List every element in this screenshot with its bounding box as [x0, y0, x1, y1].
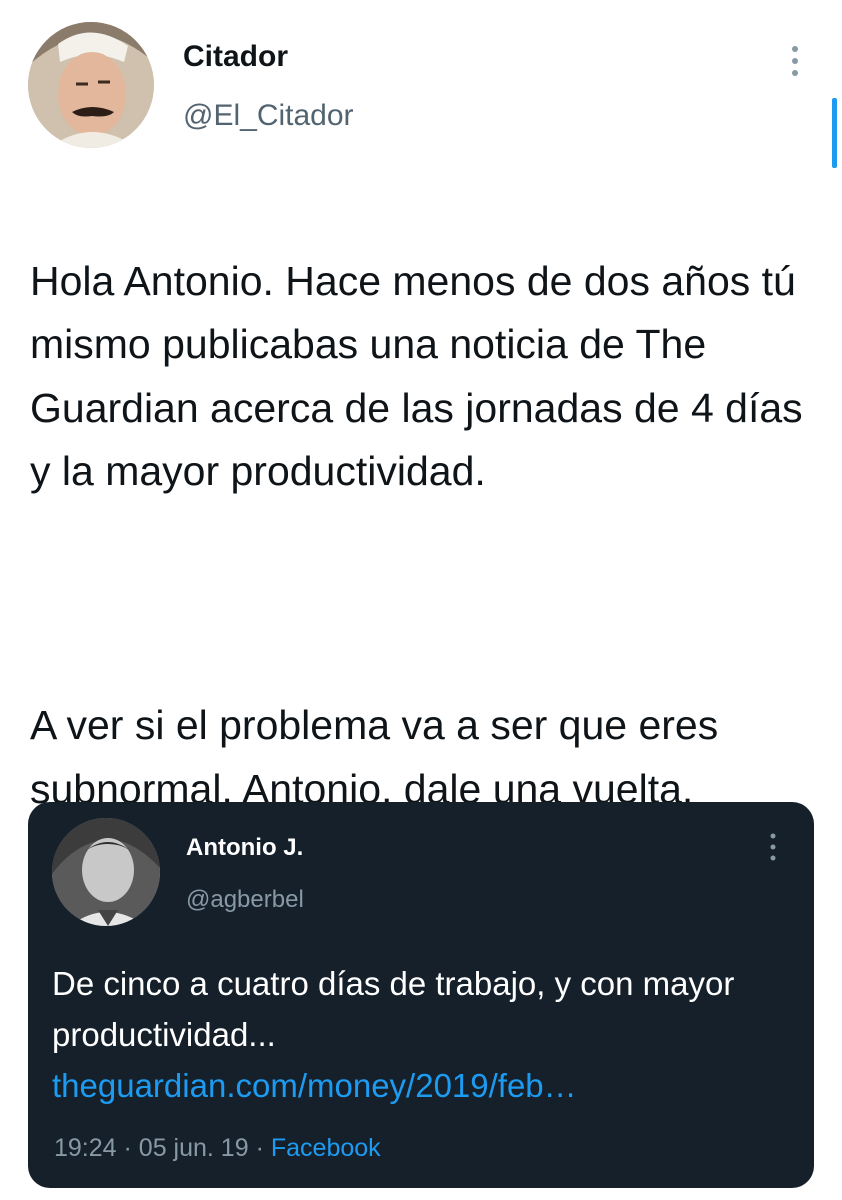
quoted-more-options-icon[interactable] [766, 832, 780, 862]
avatar-photo-icon [28, 22, 154, 148]
quoted-author-display-name[interactable]: Antonio J. [186, 834, 303, 862]
tweet-paragraph-1: Hola Antonio. Hace menos de dos años tú … [30, 257, 803, 495]
meta-separator: · [255, 1134, 264, 1162]
quoted-tweet-time[interactable]: 19:24 [54, 1134, 117, 1162]
tweet-text: Hola Antonio. Hace menos de dos años tú … [30, 186, 820, 885]
author-avatar[interactable] [28, 22, 154, 148]
scroll-indicator[interactable] [832, 98, 837, 168]
author-display-name[interactable]: Citador [183, 40, 288, 74]
avatar-photo-icon [52, 818, 160, 926]
quoted-tweet-card[interactable]: Antonio J. @agberbel De cinco a cuatro d… [28, 802, 814, 1188]
quoted-tweet-body: De cinco a cuatro días de trabajo, y con… [52, 965, 735, 1053]
meta-separator: · [123, 1134, 132, 1162]
author-handle[interactable]: @El_Citador [183, 99, 354, 133]
quoted-tweet-date[interactable]: 05 jun. 19 [139, 1134, 249, 1162]
quoted-author-handle[interactable]: @agberbel [186, 886, 304, 914]
quoted-tweet-text: De cinco a cuatro días de trabajo, y con… [52, 958, 792, 1111]
quoted-tweet-link[interactable]: theguardian.com/money/2019/feb… [52, 1060, 792, 1111]
quoted-tweet-meta: 19:24 · 05 jun. 19 · Facebook [54, 1134, 381, 1163]
more-options-icon[interactable] [786, 44, 804, 78]
quoted-tweet-source[interactable]: Facebook [271, 1134, 381, 1162]
quoted-author-avatar[interactable] [52, 818, 160, 926]
